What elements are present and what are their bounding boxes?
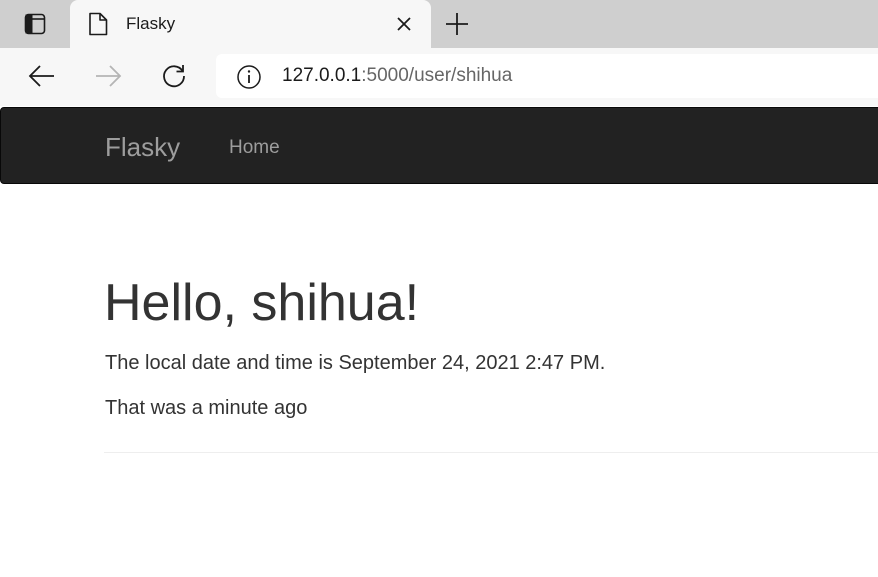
forward-arrow-icon — [96, 65, 122, 87]
site-navbar: Flasky Home — [0, 107, 878, 184]
page-content: Flasky Home Hello, shihua! The local dat… — [0, 106, 878, 577]
back-button[interactable] — [24, 60, 60, 92]
browser-toolbar: 127.0.0.1:5000/user/shihua — [0, 48, 878, 106]
refresh-button[interactable] — [156, 60, 192, 92]
new-tab-button[interactable] — [440, 8, 474, 40]
url-host: 127.0.0.1 — [282, 65, 362, 86]
url-path: :5000/user/shihua — [361, 65, 513, 86]
navbar-brand[interactable]: Flasky — [105, 132, 180, 163]
tab-actions-icon — [24, 13, 46, 35]
tab-strip: Flasky — [0, 0, 878, 48]
address-bar[interactable]: 127.0.0.1:5000/user/shihua — [216, 54, 878, 98]
relative-time-text: That was a minute ago — [105, 397, 308, 419]
tab-actions-button[interactable] — [0, 0, 70, 48]
divider — [104, 452, 878, 453]
plus-icon — [446, 13, 468, 35]
info-icon[interactable] — [236, 64, 262, 90]
nav-link-home[interactable]: Home — [229, 137, 280, 159]
page-title: Hello, shihua! — [104, 274, 420, 332]
refresh-icon — [163, 65, 185, 88]
close-icon — [397, 17, 411, 31]
forward-button[interactable] — [90, 60, 126, 92]
tab-title: Flasky — [126, 14, 176, 33]
close-tab-button[interactable] — [392, 12, 416, 36]
url-text: 127.0.0.1:5000/user/shihua — [282, 65, 512, 87]
back-arrow-icon — [28, 65, 54, 87]
browser-tab[interactable]: Flasky — [70, 0, 431, 48]
page-icon — [89, 12, 108, 36]
local-datetime-text: The local date and time is September 24,… — [105, 352, 606, 374]
